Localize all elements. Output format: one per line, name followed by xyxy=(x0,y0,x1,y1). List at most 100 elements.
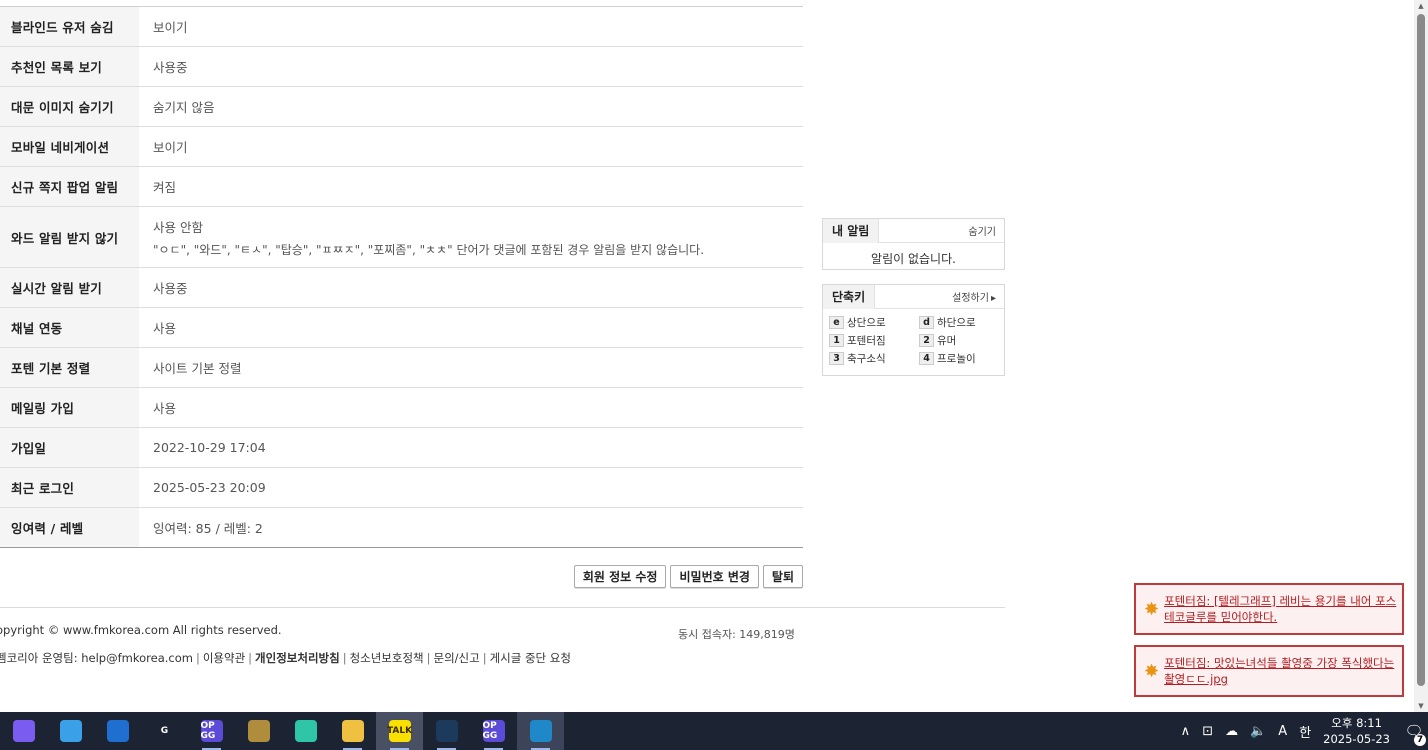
bird-app-icon xyxy=(294,720,317,742)
ime-language[interactable]: A xyxy=(1278,724,1287,739)
copyright-text: opyright © www.fmkorea.com All rights re… xyxy=(0,623,282,637)
burst-icon: ✸ xyxy=(1144,598,1160,620)
edge-icon xyxy=(529,720,552,742)
toast-link[interactable]: 포텐터짐: [텔레그래프] 레비는 용기를 내어 포스테코글루를 믿어야한다. xyxy=(1164,593,1402,625)
setting-row: 실시간 알림 받기 사용중 xyxy=(0,268,803,308)
opgg-icon: OP GG xyxy=(200,720,223,742)
taskbar-app-opgg[interactable]: OP GG xyxy=(188,712,235,750)
taskbar-app-bird-app[interactable] xyxy=(282,712,329,750)
setting-row: 대문 이미지 숨기기 숨기지 않음 xyxy=(0,87,803,127)
page-scrollbar[interactable]: ▲ ▼ xyxy=(1414,0,1428,712)
change-password-button[interactable]: 비밀번호 변경 xyxy=(670,565,759,588)
edit-member-info-button[interactable]: 회원 정보 수정 xyxy=(573,565,667,588)
shortcut-item-humor[interactable]: 2 유머 xyxy=(919,333,999,348)
youth-policy-link[interactable]: 청소년보호정책 xyxy=(350,651,424,665)
notification-count: 7 xyxy=(1414,734,1426,746)
setting-value: 2022-10-29 17:04 xyxy=(153,440,266,455)
shortcut-item-poten[interactable]: 1 포텐터짐 xyxy=(829,333,919,348)
g-app-icon: G xyxy=(153,720,176,742)
taskbar-app-g-app[interactable]: G xyxy=(141,712,188,750)
takedown-link[interactable]: 게시글 중단 요청 xyxy=(490,651,571,665)
setting-value: 켜짐 xyxy=(153,180,177,195)
contact-text: 펨코리아 운영팀: help@fmkorea.com xyxy=(0,651,193,665)
setting-label: 가입일 xyxy=(0,428,139,467)
copilot-icon xyxy=(12,720,35,742)
taskbar-app-kakaotalk[interactable]: TALK xyxy=(376,712,423,750)
setting-label: 채널 연동 xyxy=(0,308,139,347)
setting-value: 사이트 기본 정렬 xyxy=(153,361,242,376)
setting-value: 사용 안함 "ㅇㄷ", "와드", "ㅌㅅ", "탑승", "ㅍㅉㅈ", "포찌좀… xyxy=(139,207,803,267)
shortcut-item-football[interactable]: 3 축구소식 xyxy=(829,351,919,366)
network-icon[interactable]: ⊡ xyxy=(1202,724,1213,739)
setting-value: 사용중 xyxy=(153,60,188,75)
toast-link[interactable]: 포텐터짐: 맛있는녀석들 촬영중 가장 폭식했다는 촬영ㄷㄷ.jpg xyxy=(1164,655,1402,687)
setting-row: 최근 로그인 2025-05-23 20:09 xyxy=(0,468,803,508)
shortcut-item-top[interactable]: e 상단으로 xyxy=(829,315,919,330)
taskbar-app-steam[interactable] xyxy=(423,712,470,750)
taskbar-app-store[interactable] xyxy=(94,712,141,750)
footer-links: 펨코리아 운영팀: help@fmkorea.com | 이용약관 | 개인정보처리방침… xyxy=(0,650,571,666)
concurrent-users: 동시 접속자: 149,819명 xyxy=(678,628,795,641)
league-icon xyxy=(247,720,270,742)
notification-toast[interactable]: ✸ 포텐터짐: [텔레그래프] 레비는 용기를 내어 포스테코글루를 믿어야한다… xyxy=(1134,583,1404,635)
volume-icon[interactable]: 🔈 xyxy=(1250,724,1266,739)
notification-toast[interactable]: ✸ 포텐터짐: 맛있는녀석들 촬영중 가장 폭식했다는 촬영ㄷㄷ.jpg xyxy=(1134,645,1404,697)
setting-row: 추천인 목록 보기 사용중 xyxy=(0,47,803,87)
terms-link[interactable]: 이용약관 xyxy=(203,651,245,665)
taskbar-app-league[interactable] xyxy=(235,712,282,750)
withdraw-button[interactable]: 탈퇴 xyxy=(762,565,803,588)
paint-icon xyxy=(59,720,82,742)
setting-label: 블라인드 유저 숨김 xyxy=(0,7,139,46)
shortcut-item-bottom[interactable]: d 하단으로 xyxy=(919,315,999,330)
setting-label: 실시간 알림 받기 xyxy=(0,268,139,307)
taskbar-app-opgg-2[interactable]: OP GG xyxy=(470,712,517,750)
onedrive-icon[interactable]: ☁ xyxy=(1225,724,1238,739)
setting-row: 가입일 2022-10-29 17:04 xyxy=(0,428,803,468)
shortcut-item-progamer[interactable]: 4 프로놀이 xyxy=(919,351,999,366)
no-alerts-text: 알림이 없습니다. xyxy=(871,252,956,266)
shortcuts-title: 단축키 xyxy=(823,284,876,309)
setting-label: 포텐 기본 정렬 xyxy=(0,348,139,387)
clock-time: 오후 8:11 xyxy=(1331,716,1382,730)
my-alerts-title: 내 알림 xyxy=(823,218,880,243)
tray-overflow-icon[interactable]: ∧ xyxy=(1181,724,1191,739)
windows-taskbar: G OP GG TALK OP GG ∧ ⊡ ☁ 🔈 A 한 오후 8:11 2025… xyxy=(0,712,1428,750)
taskbar-app-explorer[interactable] xyxy=(329,712,376,750)
setting-label: 신규 쪽지 팝업 알림 xyxy=(0,167,139,206)
setting-row: 포텐 기본 정렬 사이트 기본 정렬 xyxy=(0,348,803,388)
ime-mode[interactable]: 한 xyxy=(1299,722,1311,741)
privacy-link[interactable]: 개인정보처리방침 xyxy=(255,651,340,665)
my-alerts-widget: 내 알림 숨기기 알림이 없습니다. xyxy=(822,218,1005,270)
setting-label: 최근 로그인 xyxy=(0,468,139,507)
footer-divider xyxy=(0,607,1005,608)
setting-row: 와드 알림 받지 않기 사용 안함 "ㅇㄷ", "와드", "ㅌㅅ", "탑승", … xyxy=(0,207,803,268)
member-actions: 회원 정보 수정 비밀번호 변경 탈퇴 xyxy=(573,565,803,588)
shortcuts-widget: 단축키 설정하기 e상단으로 d하단으로 1포텐터짐 2유머 3축구소식 4프로… xyxy=(822,284,1005,376)
setting-row: 신규 쪽지 팝업 알림 켜짐 xyxy=(0,167,803,207)
setting-label: 메일링 가입 xyxy=(0,388,139,427)
setting-label: 추천인 목록 보기 xyxy=(0,47,139,86)
scrollbar-thumb[interactable] xyxy=(1417,14,1425,686)
setting-label: 와드 알림 받지 않기 xyxy=(0,207,139,267)
setting-label: 대문 이미지 숨기기 xyxy=(0,87,139,126)
shortcut-key: 4 xyxy=(919,352,934,365)
shortcut-key: d xyxy=(919,316,934,329)
taskbar-clock[interactable]: 오후 8:11 2025-05-23 xyxy=(1323,715,1390,747)
setting-row: 잉여력 / 레벨 잉여력: 85 / 레벨: 2 xyxy=(0,508,803,548)
setting-value: 사용 xyxy=(153,401,177,416)
shortcut-settings-link[interactable]: 설정하기 xyxy=(952,289,1004,304)
taskbar-app-paint[interactable] xyxy=(47,712,94,750)
setting-label: 모바일 네비게이션 xyxy=(0,127,139,166)
hide-alerts-link[interactable]: 숨기기 xyxy=(968,223,1004,238)
setting-value: 잉여력: 85 / 레벨: 2 xyxy=(153,521,263,536)
scroll-down-icon[interactable]: ▼ xyxy=(1414,700,1428,712)
shortcut-list: e 상단으로 d 하단으로 1 포텐터짐 2 유머 3 축구소식 4 프로놀이 xyxy=(823,309,1004,366)
report-link[interactable]: 문의/신고 xyxy=(434,651,480,665)
taskbar-app-edge[interactable] xyxy=(517,712,564,750)
explorer-icon xyxy=(341,720,364,742)
setting-value: 사용중 xyxy=(153,281,188,296)
setting-value: 보이기 xyxy=(153,20,188,35)
taskbar-app-copilot[interactable] xyxy=(0,712,47,750)
notification-center-icon[interactable]: 🗨 7 xyxy=(1400,722,1428,746)
scroll-up-icon[interactable]: ▲ xyxy=(1414,0,1428,12)
